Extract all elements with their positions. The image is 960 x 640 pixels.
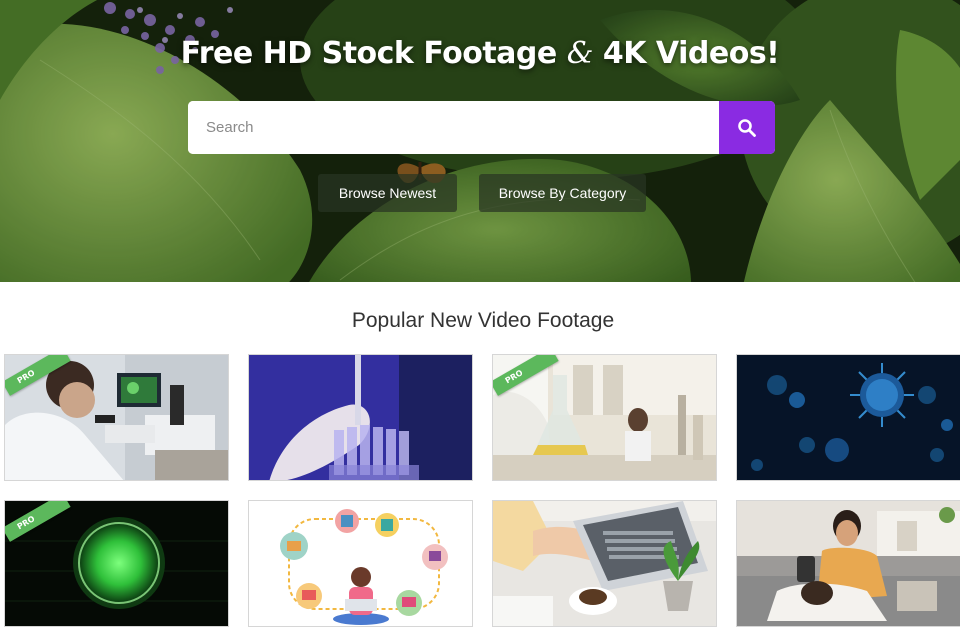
video-thumbnail-scientist-microscope[interactable]: PRO xyxy=(4,354,229,481)
hero-title-ampersand: & xyxy=(566,36,594,71)
search-input[interactable] xyxy=(188,101,719,154)
browse-by-category-button[interactable]: Browse By Category xyxy=(479,174,646,212)
video-thumbnail-online-shopping-illustration[interactable] xyxy=(248,500,473,627)
browse-newest-button[interactable]: Browse Newest xyxy=(318,174,457,212)
video-image xyxy=(249,501,472,626)
video-image xyxy=(737,355,960,480)
video-thumbnail-couple-on-sofa[interactable] xyxy=(736,500,960,627)
hero-banner: Free HD Stock Footage & 4K Videos! Brows… xyxy=(0,0,960,282)
hero-title-part1: Free HD Stock Footage xyxy=(180,36,558,71)
video-thumbnail-lab-pipette-vials[interactable] xyxy=(248,354,473,481)
search-bar xyxy=(188,101,775,154)
video-thumbnail-laptop-coffee-desk[interactable] xyxy=(492,500,717,627)
search-button[interactable] xyxy=(719,101,775,154)
video-image xyxy=(493,501,716,626)
video-thumbnail-virus-particles[interactable] xyxy=(736,354,960,481)
video-thumbnail-green-cell-sphere[interactable]: PRO xyxy=(4,500,229,627)
hero-title-part2: 4K Videos! xyxy=(602,36,780,71)
section-title: Popular New Video Footage xyxy=(351,309,615,332)
video-thumbnail-laboratory-flask[interactable]: PRO xyxy=(492,354,717,481)
hero-title: Free HD Stock Footage & 4K Videos! xyxy=(0,36,960,71)
video-image xyxy=(249,355,472,480)
video-image xyxy=(737,501,960,626)
search-icon xyxy=(738,118,756,137)
